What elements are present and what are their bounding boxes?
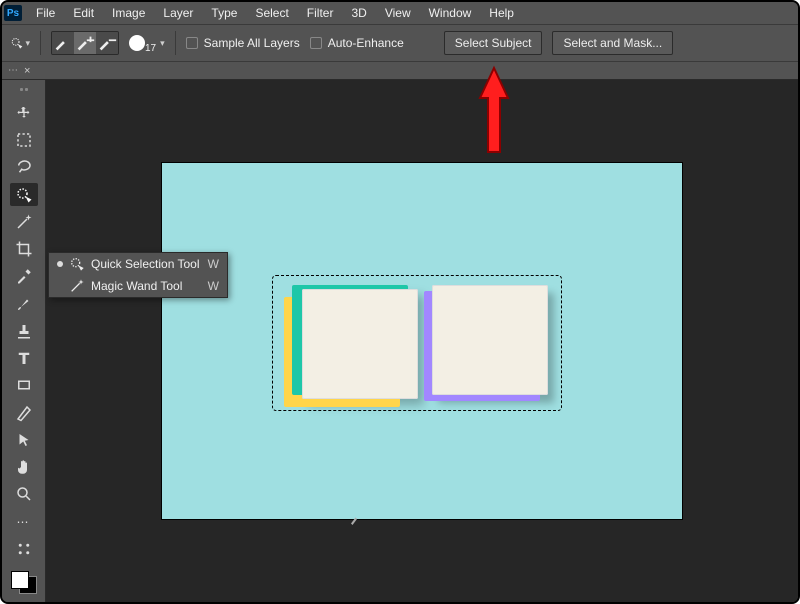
menu-layer[interactable]: Layer <box>155 4 201 22</box>
brush-icon <box>15 295 33 313</box>
tool-more[interactable]: ⋯ <box>10 510 38 533</box>
tool-marquee[interactable] <box>10 129 38 152</box>
tab-dots: ⋯ <box>8 65 20 76</box>
brush-size-picker[interactable]: 17 ▾ <box>129 33 165 54</box>
tool-magic-wand[interactable] <box>10 210 38 233</box>
tool-eyedropper[interactable] <box>10 265 38 288</box>
sample-all-layers-checkbox[interactable]: Sample All Layers <box>186 36 300 50</box>
app-window: Ps File Edit Image Layer Type Select Fil… <box>0 0 800 604</box>
zoom-icon <box>15 485 33 503</box>
tool-move[interactable] <box>10 101 38 124</box>
brush-cursor-icon <box>348 513 366 527</box>
menu-view[interactable]: View <box>377 4 419 22</box>
tool-lasso[interactable] <box>10 156 38 179</box>
tool-hand[interactable] <box>10 456 38 479</box>
flyout-item-shortcut: W <box>208 257 219 271</box>
brush-size-value: 17 <box>145 43 156 54</box>
tool-flyout: Quick Selection Tool W Magic Wand Tool W <box>48 252 228 298</box>
menu-3d[interactable]: 3D <box>343 4 374 22</box>
grid-dots-icon <box>15 540 33 558</box>
note-stack-left <box>302 289 418 399</box>
tool-brush[interactable] <box>10 292 38 315</box>
tool-crop[interactable] <box>10 238 38 261</box>
selected-dot-icon <box>57 261 63 267</box>
app-logo: Ps <box>4 5 22 21</box>
divider <box>175 31 176 55</box>
tool-path-select[interactable] <box>10 428 38 451</box>
menu-image[interactable]: Image <box>104 4 153 22</box>
auto-enhance-label: Auto-Enhance <box>328 36 404 50</box>
mode-add[interactable] <box>74 32 96 54</box>
flyout-quick-selection[interactable]: Quick Selection Tool W <box>49 253 227 275</box>
chevron-down-icon: ▾ <box>25 38 30 49</box>
options-bar: ▾ 17 ▾ Sample All Layers Auto-E <box>2 24 798 62</box>
tools-panel: ⋯ <box>2 80 46 602</box>
menu-help[interactable]: Help <box>481 4 522 22</box>
document-canvas[interactable] <box>162 163 682 519</box>
quick-select-icon <box>69 256 85 272</box>
menu-edit[interactable]: Edit <box>65 4 102 22</box>
checkbox-icon <box>186 37 198 49</box>
marquee-icon <box>15 131 33 149</box>
canvas-area[interactable] <box>46 80 798 602</box>
color-swatches[interactable] <box>11 571 37 594</box>
flyout-item-shortcut: W <box>208 279 219 293</box>
tool-quick-select[interactable] <box>10 183 38 206</box>
panel-grip[interactable] <box>14 88 34 93</box>
menu-window[interactable]: Window <box>421 4 480 22</box>
brush-preview-dot <box>129 35 145 51</box>
dots-icon: ⋯ <box>17 515 31 529</box>
flyout-magic-wand[interactable]: Magic Wand Tool W <box>49 275 227 297</box>
workspace: ⋯ Quick Selection Tool W Magic Wand Tool <box>2 80 798 602</box>
eyedropper-icon <box>15 267 33 285</box>
tool-zoom[interactable] <box>10 483 38 506</box>
quick-select-icon <box>15 186 33 204</box>
tool-edit-toolbar[interactable] <box>10 537 38 560</box>
menu-file[interactable]: File <box>28 4 63 22</box>
brush-plus-icon <box>74 32 96 54</box>
current-tool-icon[interactable]: ▾ <box>10 33 30 53</box>
magic-wand-icon <box>15 213 33 231</box>
cursor-icon <box>15 431 33 449</box>
move-icon <box>15 104 33 122</box>
stamp-icon <box>15 322 33 340</box>
flyout-item-label: Magic Wand Tool <box>91 279 202 293</box>
checkbox-icon <box>310 37 322 49</box>
select-subject-button[interactable]: Select Subject <box>444 31 543 55</box>
magic-wand-icon <box>69 278 85 294</box>
selection-mode-group <box>51 31 119 55</box>
divider <box>40 31 41 55</box>
select-and-mask-button[interactable]: Select and Mask... <box>552 31 673 55</box>
note-stack-right <box>432 285 548 395</box>
sample-all-layers-label: Sample All Layers <box>204 36 300 50</box>
pen-icon <box>15 404 33 422</box>
flyout-item-label: Quick Selection Tool <box>91 257 202 271</box>
hand-icon <box>15 458 33 476</box>
auto-enhance-checkbox[interactable]: Auto-Enhance <box>310 36 404 50</box>
lasso-icon <box>15 158 33 176</box>
quick-select-icon <box>10 34 23 52</box>
mode-new[interactable] <box>52 32 74 54</box>
mode-subtract[interactable] <box>96 32 118 54</box>
crop-icon <box>15 240 33 258</box>
close-icon[interactable]: × <box>24 65 30 77</box>
tool-rectangle[interactable] <box>10 374 38 397</box>
chevron-down-icon: ▾ <box>160 38 165 49</box>
brush-icon <box>52 32 74 54</box>
brush-minus-icon <box>96 32 118 54</box>
tool-clone[interactable] <box>10 319 38 342</box>
tool-pen[interactable] <box>10 401 38 424</box>
text-icon <box>15 349 33 367</box>
menu-bar: Ps File Edit Image Layer Type Select Fil… <box>2 2 798 24</box>
menu-type[interactable]: Type <box>203 4 245 22</box>
document-tab[interactable]: ⋯ × <box>2 62 798 80</box>
fg-color-swatch[interactable] <box>11 571 29 589</box>
menu-filter[interactable]: Filter <box>299 4 342 22</box>
tool-text[interactable] <box>10 347 38 370</box>
menu-select[interactable]: Select <box>247 4 296 22</box>
image-content <box>284 283 556 405</box>
rectangle-icon <box>15 376 33 394</box>
